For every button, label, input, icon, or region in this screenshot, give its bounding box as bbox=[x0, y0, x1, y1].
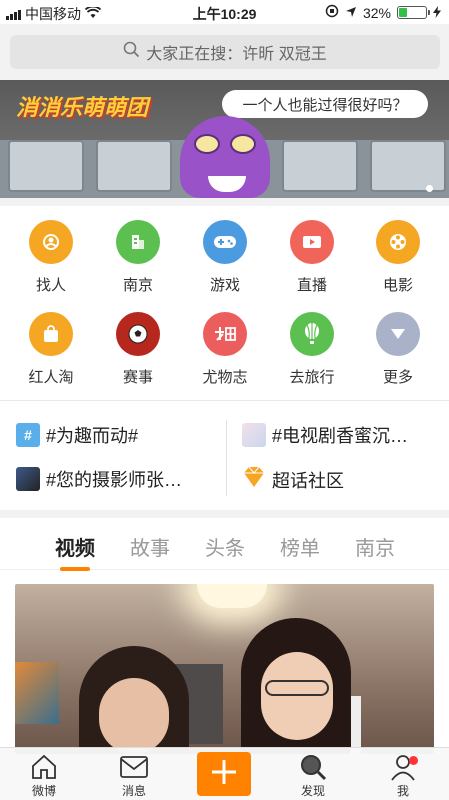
compose-button[interactable] bbox=[197, 752, 251, 796]
grid-item-find-people[interactable]: 找人 bbox=[11, 220, 91, 295]
super-topic-icon bbox=[242, 466, 266, 493]
promo-banner[interactable]: 消消乐萌萌团 一个人也能过得很好吗？ bbox=[0, 80, 449, 198]
rotation-lock-icon bbox=[325, 4, 339, 21]
banner-page-dot bbox=[426, 185, 433, 192]
person-right bbox=[241, 618, 351, 754]
nav-label: 微博 bbox=[31, 784, 56, 798]
grid-item-live[interactable]: 直播 bbox=[272, 220, 352, 295]
search-icon bbox=[123, 41, 140, 63]
soccer-icon bbox=[116, 312, 160, 356]
grid-label: 红人淘 bbox=[28, 369, 74, 386]
grid-item-travel[interactable]: 去旅行 bbox=[272, 312, 352, 387]
city-icon bbox=[116, 220, 160, 264]
nav-label: 我 bbox=[396, 784, 409, 798]
grid-item-games[interactable]: 游戏 bbox=[185, 220, 265, 295]
tab-story[interactable]: 故事 bbox=[130, 532, 170, 561]
hashtag-icon: # bbox=[16, 423, 40, 447]
tab-headlines[interactable]: 头条 bbox=[205, 532, 245, 561]
topic-thumbnail-icon bbox=[242, 423, 266, 447]
battery-fill bbox=[399, 8, 408, 17]
feature-grid: 找人 南京 游戏 直播 电影 红人淘 赛事 尤物志 去旅行 更多 bbox=[0, 206, 449, 396]
nav-messages[interactable]: 消息 bbox=[99, 752, 169, 799]
topic-text: #您的摄影师张… bbox=[46, 470, 183, 490]
person-icon bbox=[29, 220, 73, 264]
profile-icon bbox=[368, 752, 438, 782]
banner-bubble: 一个人也能过得很好吗？ bbox=[222, 90, 428, 118]
message-icon bbox=[99, 752, 169, 782]
topic-text: #为趣而动# bbox=[46, 426, 139, 446]
topic-item[interactable]: 超话社区 bbox=[242, 466, 344, 493]
owl-mascot bbox=[180, 116, 270, 198]
grid-label: 直播 bbox=[296, 277, 327, 294]
grid-label: 去旅行 bbox=[289, 369, 335, 386]
grid-item-youwuzhi[interactable]: 尤物志 bbox=[185, 312, 265, 387]
tab-nanjing[interactable]: 南京 bbox=[355, 532, 395, 561]
home-icon bbox=[9, 752, 79, 782]
chevron-down-icon bbox=[376, 312, 420, 356]
plus-icon bbox=[210, 751, 238, 795]
video-icon bbox=[290, 220, 334, 264]
search-placeholder: 大家正在搜：许昕 双冠王 bbox=[146, 46, 327, 63]
location-icon bbox=[345, 5, 357, 21]
grid-item-hongrentao[interactable]: 红人淘 bbox=[11, 312, 91, 387]
grid-label: 电影 bbox=[382, 277, 413, 294]
person-left bbox=[79, 646, 189, 754]
topic-thumbnail-icon bbox=[16, 467, 40, 491]
banner-logo: 消消乐萌萌团 bbox=[16, 95, 149, 120]
grid-item-movies[interactable]: 电影 bbox=[358, 220, 438, 295]
search-input[interactable]: 大家正在搜：许昕 双冠王 bbox=[10, 35, 440, 69]
notification-badge bbox=[409, 756, 418, 765]
topic-text: 超话社区 bbox=[272, 470, 344, 491]
bottom-nav: 微博 消息 发现 我 bbox=[0, 747, 449, 800]
balloon-icon bbox=[290, 312, 334, 356]
topic-item[interactable]: #电视剧香蜜沉… bbox=[242, 422, 408, 448]
topic-item[interactable]: #您的摄影师张… bbox=[16, 466, 182, 492]
grid-label: 更多 bbox=[382, 369, 413, 386]
nav-label: 消息 bbox=[121, 784, 146, 798]
topic-item[interactable]: # #为趣而动# bbox=[16, 422, 138, 448]
status-right: 32% bbox=[325, 4, 441, 21]
shopping-bag-icon bbox=[29, 312, 73, 356]
tab-video[interactable]: 视频 bbox=[55, 532, 95, 571]
grid-label: 找人 bbox=[35, 277, 66, 294]
film-icon bbox=[376, 220, 420, 264]
battery-icon bbox=[397, 6, 430, 19]
grid-label: 南京 bbox=[122, 277, 153, 294]
nav-label: 发现 bbox=[300, 784, 325, 798]
search-area: 大家正在搜：许昕 双冠王 bbox=[0, 24, 449, 80]
feed-tabs: 视频 故事 头条 榜单 南京 bbox=[0, 518, 449, 571]
nav-discover[interactable]: 发现 bbox=[278, 752, 348, 799]
discover-icon bbox=[278, 752, 348, 782]
youwu-icon bbox=[203, 312, 247, 356]
grid-label: 游戏 bbox=[209, 277, 240, 294]
grid-item-events[interactable]: 赛事 bbox=[98, 312, 178, 387]
charging-icon bbox=[433, 5, 441, 21]
nav-weibo[interactable]: 微博 bbox=[9, 752, 79, 799]
gamepad-icon bbox=[203, 220, 247, 264]
grid-item-nanjing[interactable]: 南京 bbox=[98, 220, 178, 295]
tab-rankings[interactable]: 榜单 bbox=[280, 532, 320, 561]
status-bar: 中国移动 上午10:29 32% bbox=[0, 0, 449, 24]
grid-label: 赛事 bbox=[122, 369, 153, 386]
video-thumbnail[interactable] bbox=[15, 584, 434, 754]
nav-me[interactable]: 我 bbox=[368, 752, 438, 799]
hot-topics: # #为趣而动# #电视剧香蜜沉… #您的摄影师张… 超话社区 bbox=[0, 402, 449, 510]
grid-item-more[interactable]: 更多 bbox=[358, 312, 438, 387]
battery-percent: 32% bbox=[362, 4, 391, 21]
topic-text: #电视剧香蜜沉… bbox=[272, 426, 409, 446]
grid-label: 尤物志 bbox=[202, 369, 248, 386]
